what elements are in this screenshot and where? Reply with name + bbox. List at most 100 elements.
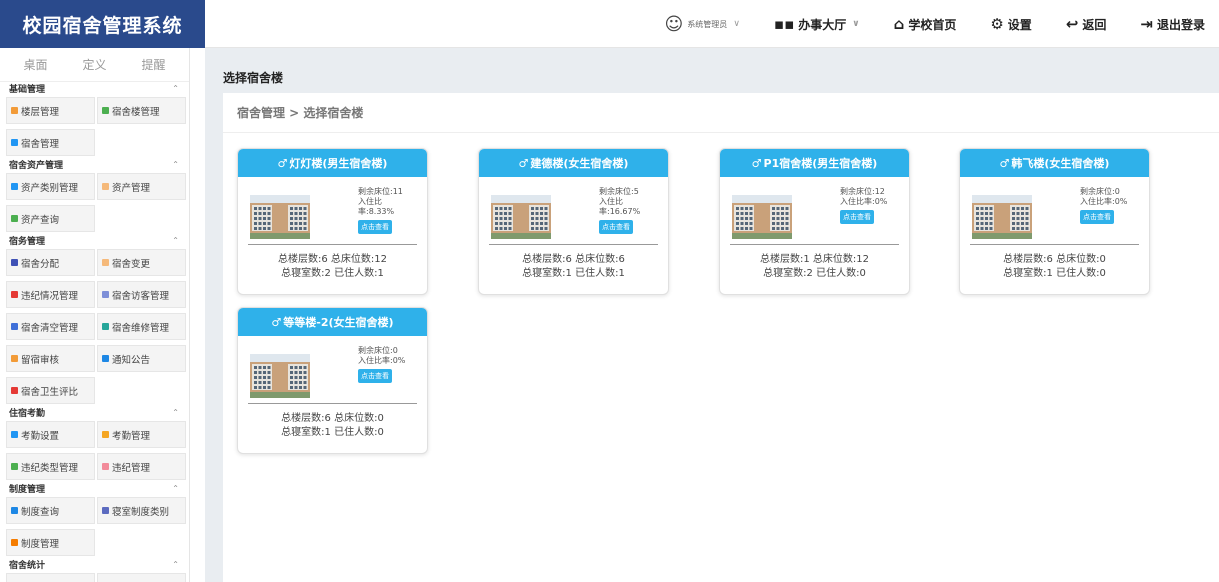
view-details-button[interactable]: 点击查看 bbox=[358, 220, 392, 234]
sidebar-item[interactable]: 宿舍分配 bbox=[6, 249, 95, 276]
sidebar-section-title: 基础管理 bbox=[9, 84, 46, 95]
sidebar-item[interactable]: 留宿审核 bbox=[6, 345, 95, 372]
building-summary: 总楼层数:1 总床位数:12 总寝室数:2 已住人数:0 bbox=[720, 245, 909, 287]
sidebar-item[interactable]: 宿舍卫生评比 bbox=[6, 377, 95, 404]
user-menu[interactable]: ☺ 系统管理员 ∨ bbox=[665, 14, 740, 35]
sidebar-item[interactable]: 制度管理 bbox=[6, 529, 95, 556]
sidebar-section-header[interactable]: 宿舍资产管理 ⌃ bbox=[0, 158, 189, 171]
sidebar-item[interactable]: 违纪类型管理 bbox=[6, 453, 95, 480]
sidebar-item-label: 寝室制度类别 bbox=[112, 506, 170, 518]
tab-select-building[interactable]: 选择宿舍楼 bbox=[223, 69, 284, 95]
sidebar-item[interactable]: 宿舍管理 bbox=[6, 129, 95, 156]
remaining-beds: 剩余床位:11 bbox=[358, 187, 403, 196]
building-photo bbox=[732, 195, 792, 239]
settings-link[interactable]: ⚙ 设置 bbox=[990, 15, 1031, 33]
view-details-button[interactable]: 点击查看 bbox=[840, 210, 874, 224]
chevron-up-icon: ⌃ bbox=[172, 407, 179, 417]
building-summary: 总楼层数:6 总床位数:0 总寝室数:1 已住人数:0 bbox=[960, 245, 1149, 287]
clean-icon bbox=[11, 387, 18, 394]
rooms-residents-line: 总寝室数:2 已住人数:1 bbox=[281, 268, 384, 279]
home-icon: ⌂ bbox=[893, 15, 905, 33]
visitor-icon bbox=[102, 291, 109, 298]
sidebar-item-label: 通知公告 bbox=[112, 354, 151, 366]
building-card-header[interactable]: ♂ 等等楼-2(女生宿舍楼) bbox=[238, 308, 427, 336]
building-card-body: 剩余床位:0 入住比率:0% 点击查看 bbox=[238, 336, 427, 403]
building-card-body: 剩余床位:5 入住比 率:16.67% 点击查看 bbox=[479, 177, 668, 244]
bar-chart-icon bbox=[11, 139, 18, 146]
sidebar-item[interactable]: 宿舍楼管理 bbox=[97, 97, 186, 124]
building-icon bbox=[102, 107, 109, 114]
home-link[interactable]: ⌂ 学校首页 bbox=[894, 15, 957, 33]
folder-icon bbox=[102, 507, 109, 514]
sidebar-section-header[interactable]: 制度管理 ⌃ bbox=[0, 482, 189, 495]
sidebar-tabs: 桌面 定义 提醒 bbox=[0, 48, 189, 82]
building-card-body: 剩余床位:12 入住比率:0% 点击查看 bbox=[720, 177, 909, 244]
office-label: 办事大厅 bbox=[798, 17, 847, 32]
sidebar-item[interactable]: 宿舍维修管理 bbox=[97, 313, 186, 340]
chevron-up-icon: ⌃ bbox=[172, 559, 179, 569]
occupancy-rate: 入住比率:0% bbox=[358, 356, 406, 365]
view-details-button[interactable]: 点击查看 bbox=[358, 369, 392, 383]
back-arrow-icon: ↩ bbox=[1065, 15, 1079, 33]
sidebar-tab-remind[interactable]: 提醒 bbox=[141, 56, 165, 73]
building-card-header[interactable]: ♂ 韩飞楼(女生宿舍楼) bbox=[960, 149, 1149, 177]
sidebar-section-header[interactable]: 住宿考勤 ⌃ bbox=[0, 406, 189, 419]
sidebar-item[interactable]: 考勤管理 bbox=[97, 421, 186, 448]
sidebar-item[interactable]: 资产类别管理 bbox=[6, 173, 95, 200]
sidebar-section-items: 考勤设置 考勤管理 违纪类型管理 违纪管理 bbox=[0, 418, 189, 482]
chevron-down-icon: ∨ bbox=[852, 19, 860, 29]
sidebar-item[interactable]: 制度查询 bbox=[6, 497, 95, 524]
sidebar-item[interactable]: 楼层管理 bbox=[6, 97, 95, 124]
remaining-beds: 剩余床位:0 bbox=[358, 346, 398, 355]
sidebar-item[interactable]: 违纪情况管理 bbox=[6, 281, 95, 308]
sidebar-item[interactable]: 违纪管理 bbox=[97, 453, 186, 480]
male-gender-icon: ♂ bbox=[518, 156, 529, 170]
building-summary: 总楼层数:6 总床位数:0 总寝室数:1 已住人数:0 bbox=[238, 404, 427, 446]
occupancy-rate-value: 率:16.67% bbox=[599, 207, 641, 216]
male-gender-icon: ♂ bbox=[277, 156, 288, 170]
sidebar-item[interactable]: 宿舍容量统计 bbox=[6, 573, 95, 582]
sidebar-item[interactable]: 资产管理 bbox=[97, 173, 186, 200]
chart-icon bbox=[11, 259, 18, 266]
sidebar-section-items: 楼层管理 宿舍楼管理 宿舍管理 bbox=[0, 94, 189, 158]
sidebar-tab-define[interactable]: 定义 bbox=[82, 56, 106, 73]
back-link[interactable]: ↩ 返回 bbox=[1066, 15, 1107, 33]
sidebar-item[interactable]: 寝室制度类别 bbox=[97, 497, 186, 524]
sidebar-section-header[interactable]: 宿务管理 ⌃ bbox=[0, 234, 189, 247]
tag-icon bbox=[11, 463, 18, 470]
sidebar-section-title: 宿务管理 bbox=[9, 236, 46, 247]
sidebar-section-items: 资产类别管理 资产管理 资产查询 bbox=[0, 170, 189, 234]
logout-link[interactable]: ⇥ 退出登录 bbox=[1140, 15, 1205, 33]
building-card-header[interactable]: ♂ P1宿舍楼(男生宿舍楼) bbox=[720, 149, 909, 177]
building-card: ♂ 等等楼-2(女生宿舍楼) 剩余床位:0 入住比率:0% 点击查看总楼层数:6 总床位… bbox=[237, 307, 428, 454]
sidebar-item[interactable]: 通知公告 bbox=[97, 345, 186, 372]
building-stats: 剩余床位:0 入住比率:0% 点击查看 bbox=[1080, 187, 1148, 224]
content-panel: 宿舍管理 > 选择宿舍楼 ♂ 灯灯楼(男生宿舍楼) 剩余床位:11 入住比 率:8.33… bbox=[223, 93, 1219, 582]
swap-icon bbox=[102, 259, 109, 266]
office-menu[interactable]: ▪▪ 办事大厅 ∨ bbox=[774, 15, 860, 33]
rooms-residents-line: 总寝室数:2 已住人数:0 bbox=[763, 268, 866, 279]
sidebar-section-header[interactable]: 宿舍统计 ⌃ bbox=[0, 558, 189, 571]
sidebar-item-label: 宿舍卫生评比 bbox=[21, 386, 79, 398]
logout-icon: ⇥ bbox=[1140, 15, 1153, 33]
building-card-header[interactable]: ♂ 建德楼(女生宿舍楼) bbox=[479, 149, 668, 177]
sidebar-item[interactable]: 宿舍变更 bbox=[97, 249, 186, 276]
sidebar-section-header[interactable]: 基础管理 ⌃ bbox=[0, 82, 189, 95]
occupancy-rate: 入住比 bbox=[599, 197, 623, 206]
sidebar-item[interactable]: 宿舍清空管理 bbox=[6, 313, 95, 340]
sidebar-item[interactable]: 宿舍访客管理 bbox=[97, 281, 186, 308]
view-details-button[interactable]: 点击查看 bbox=[1080, 210, 1114, 224]
sidebar-item[interactable]: 资产查询 bbox=[6, 205, 95, 232]
sidebar-item[interactable]: 考勤设置 bbox=[6, 421, 95, 448]
view-details-button[interactable]: 点击查看 bbox=[599, 220, 633, 234]
top-bar: 校园宿舍管理系统 ☺ 系统管理员 ∨ ▪▪ 办事大厅 ∨ ⌂ 学校首页 ⚙ 设置… bbox=[0, 0, 1219, 48]
logout-label: 退出登录 bbox=[1156, 17, 1205, 32]
sidebar-item-label: 制度查询 bbox=[21, 506, 60, 518]
occupancy-rate: 入住比 bbox=[358, 197, 382, 206]
building-card-header[interactable]: ♂ 灯灯楼(男生宿舍楼) bbox=[238, 149, 427, 177]
sidebar-section-title: 宿舍资产管理 bbox=[9, 160, 64, 171]
sidebar-item[interactable]: 宿舍学生统计 bbox=[97, 573, 186, 582]
male-gender-icon: ♂ bbox=[271, 315, 282, 329]
building-photo bbox=[250, 195, 310, 239]
sidebar-tab-desktop[interactable]: 桌面 bbox=[23, 56, 47, 73]
